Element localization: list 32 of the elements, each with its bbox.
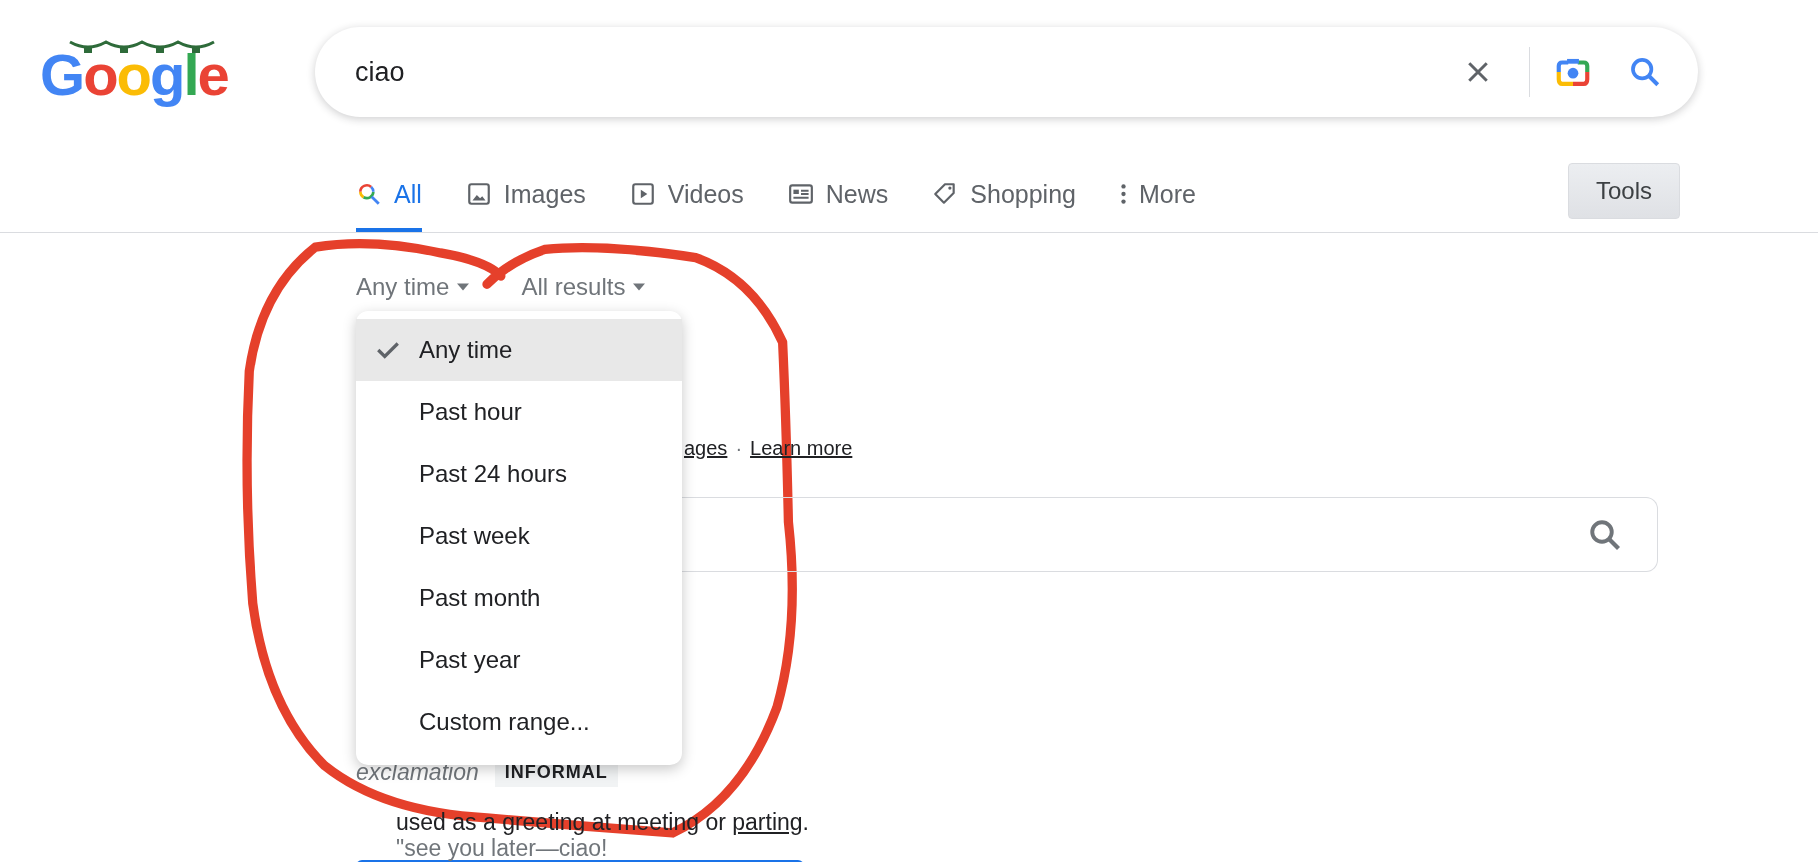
search-icon[interactable] bbox=[1628, 55, 1662, 89]
part-of-speech: exclamation bbox=[356, 759, 479, 786]
search-tab[interactable]: Shopping bbox=[932, 160, 1076, 232]
menu-item[interactable]: Custom range... bbox=[356, 691, 682, 753]
menu-item[interactable]: Past month bbox=[356, 567, 682, 629]
caret-icon bbox=[633, 283, 646, 291]
play-icon bbox=[629, 181, 656, 207]
more-icon bbox=[1119, 181, 1127, 207]
example-text: "see you later—ciao! bbox=[395, 836, 609, 860]
search-tab[interactable]: News bbox=[787, 160, 889, 232]
menu-item[interactable]: Past hour bbox=[356, 381, 682, 443]
newspaper-icon bbox=[787, 181, 814, 207]
dictionary-search-field[interactable] bbox=[682, 497, 1658, 572]
tools-button[interactable]: Tools bbox=[1568, 163, 1680, 219]
search-tab[interactable]: More bbox=[1119, 160, 1196, 232]
search-tab[interactable]: All bbox=[356, 160, 422, 232]
menu-item[interactable]: Any time bbox=[356, 319, 682, 381]
search-query: ciao bbox=[355, 56, 406, 88]
separator-dot: · bbox=[735, 437, 743, 461]
search-field[interactable]: ciao bbox=[315, 27, 1698, 117]
menu-item[interactable]: Past year bbox=[356, 629, 682, 691]
image-icon bbox=[465, 181, 492, 207]
search-tab[interactable]: Videos bbox=[629, 160, 744, 232]
search-tab[interactable]: Images bbox=[465, 160, 586, 232]
menu-item[interactable]: Past 24 hours bbox=[356, 443, 682, 505]
definition-link[interactable]: parting bbox=[732, 809, 803, 835]
search-icon bbox=[356, 181, 382, 207]
filter-dropdown[interactable]: All results bbox=[521, 273, 646, 301]
caret-icon bbox=[457, 283, 470, 291]
filter-dropdown[interactable]: Any time bbox=[356, 273, 470, 301]
menu-item[interactable]: Past week bbox=[356, 505, 682, 567]
link[interactable]: ages bbox=[684, 437, 728, 463]
